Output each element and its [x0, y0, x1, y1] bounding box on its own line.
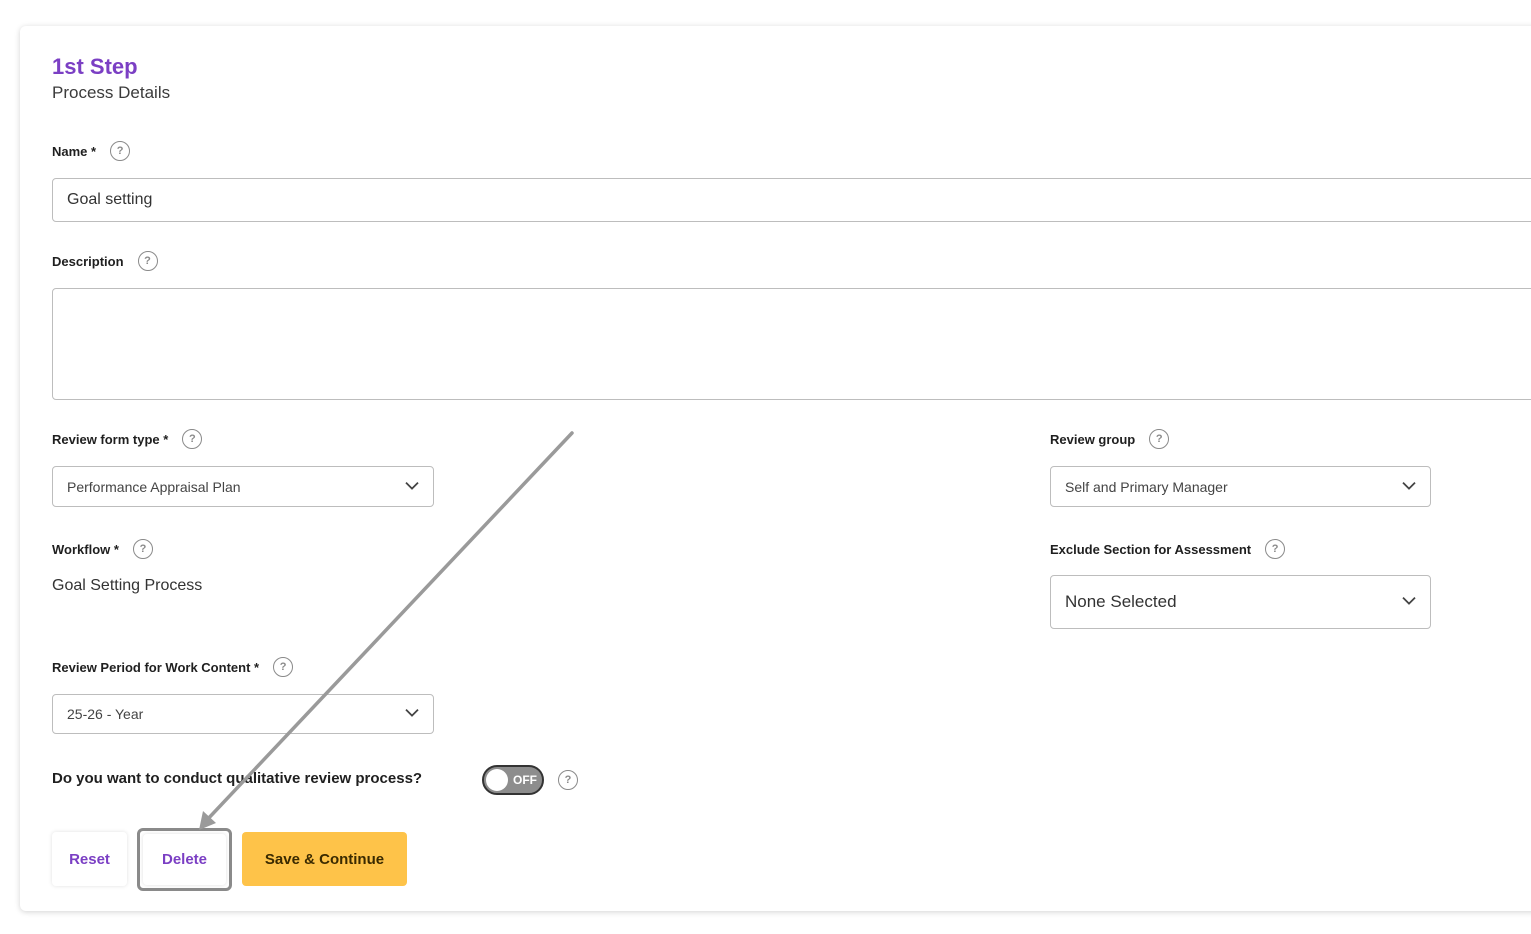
- arrow-icon: [199, 431, 574, 830]
